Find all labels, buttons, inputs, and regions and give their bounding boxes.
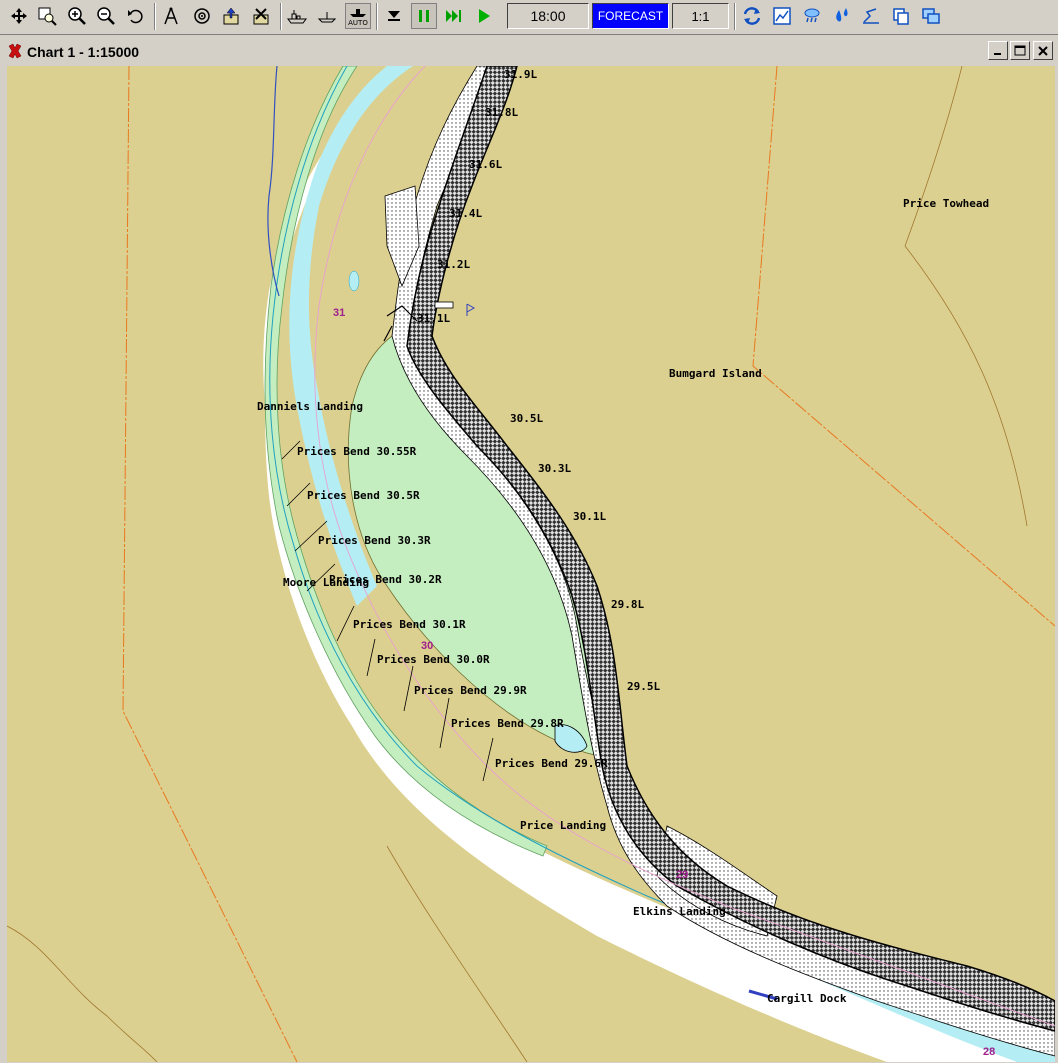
bend-label: Prices Bend 29.6R — [495, 757, 608, 770]
bend-label: Prices Bend 29.8R — [451, 717, 564, 730]
chart-canvas[interactable]: 31.9L 31.8L 31.6L 31.4L 31.2L 31.1L 30.5L 30.3L… — [7, 66, 1055, 1062]
copy-icon[interactable] — [888, 3, 914, 29]
export-icon[interactable] — [218, 3, 244, 29]
chart-map[interactable]: 31.9L 31.8L 31.6L 31.4L 31.2L 31.1L 30.5L 30.3L… — [7, 66, 1055, 1062]
undo-view-icon[interactable] — [123, 3, 149, 29]
mile-label: 31.4L — [449, 207, 482, 220]
auto-track-icon[interactable]: AUTO — [345, 3, 371, 29]
fast-forward-icon[interactable] — [441, 3, 467, 29]
pan-icon[interactable] — [6, 3, 32, 29]
pause-icon[interactable] — [411, 3, 437, 29]
auto-label: AUTO — [348, 19, 368, 27]
mile-label: 30.3L — [538, 462, 571, 475]
maximize-button[interactable] — [1010, 41, 1030, 60]
water-level-icon[interactable] — [829, 3, 855, 29]
target-icon[interactable] — [189, 3, 215, 29]
bend-label: Prices Bend 29.9R — [414, 684, 527, 697]
stop-icon[interactable] — [381, 3, 407, 29]
boat-icon[interactable] — [314, 3, 340, 29]
zoom-in-icon[interactable] — [64, 3, 90, 29]
mile-label: 31.1L — [417, 312, 450, 325]
mile-label: 30.1L — [573, 510, 606, 523]
bend-label: Prices Bend 30.3R — [318, 534, 431, 547]
place-label: Moore Landing — [283, 576, 369, 589]
window-title: Chart 1 - 1:15000 — [27, 44, 140, 60]
bend-label: Prices Bend 30.5R — [307, 489, 420, 502]
lake — [348, 270, 360, 292]
mile-label: 29.8L — [611, 598, 644, 611]
river-mile-number: 28 — [983, 1046, 995, 1058]
bend-label: Prices Bend 30.0R — [377, 653, 490, 666]
zoom-out-icon[interactable] — [93, 3, 119, 29]
minimize-icon — [994, 52, 1001, 55]
mile-label: 31.6L — [469, 158, 502, 171]
toolbar: AUTO 18:00 FORECAST 1:1 — [0, 0, 1058, 35]
bend-label: Prices Bend 30.1R — [353, 618, 466, 631]
place-label: Cargill Dock — [767, 992, 847, 1005]
route-icon[interactable] — [858, 3, 884, 29]
delete-icon[interactable] — [248, 3, 274, 29]
zoom-box-icon[interactable] — [34, 3, 60, 29]
scale-display[interactable]: 1:1 — [672, 3, 729, 29]
river-mile-number: 29 — [676, 869, 688, 881]
chart-window: Chart 1 - 1:15000 31.9L 31.8L 31.6L 31.4… — [0, 36, 1058, 1063]
river-mile-number: 31 — [333, 307, 345, 319]
vessel-icon[interactable] — [284, 3, 310, 29]
place-label: Danniels Landing — [257, 400, 363, 413]
mile-label: 31.8L — [485, 106, 518, 119]
weather-icon[interactable] — [799, 3, 825, 29]
close-button[interactable] — [1033, 41, 1053, 60]
window-titlebar[interactable]: Chart 1 - 1:15000 — [0, 36, 1058, 66]
minimize-button[interactable] — [988, 41, 1008, 60]
play-icon[interactable] — [471, 3, 497, 29]
place-label: Elkins Landing — [633, 905, 726, 918]
close-icon — [1038, 45, 1048, 56]
compass-icon[interactable] — [158, 3, 184, 29]
bend-label: Prices Bend 30.55R — [297, 445, 417, 458]
river-mile-number: 30 — [421, 640, 433, 652]
sync-icon[interactable] — [739, 3, 765, 29]
windows-icon[interactable] — [918, 3, 944, 29]
app-icon — [8, 43, 22, 59]
mile-label: 31.9L — [504, 68, 537, 81]
chart-icon[interactable] — [769, 3, 795, 29]
mile-label: 30.5L — [510, 412, 543, 425]
place-label: Price Towhead — [903, 197, 989, 210]
maximize-icon — [1014, 45, 1026, 56]
place-label: Bumgard Island — [669, 367, 762, 380]
place-label: Price Landing — [520, 819, 606, 832]
time-display: 18:00 — [507, 3, 589, 29]
dock-symbol — [434, 301, 454, 309]
mile-label: 29.5L — [627, 680, 660, 693]
forecast-button[interactable]: FORECAST — [592, 3, 669, 29]
mile-label: 31.2L — [437, 258, 470, 271]
